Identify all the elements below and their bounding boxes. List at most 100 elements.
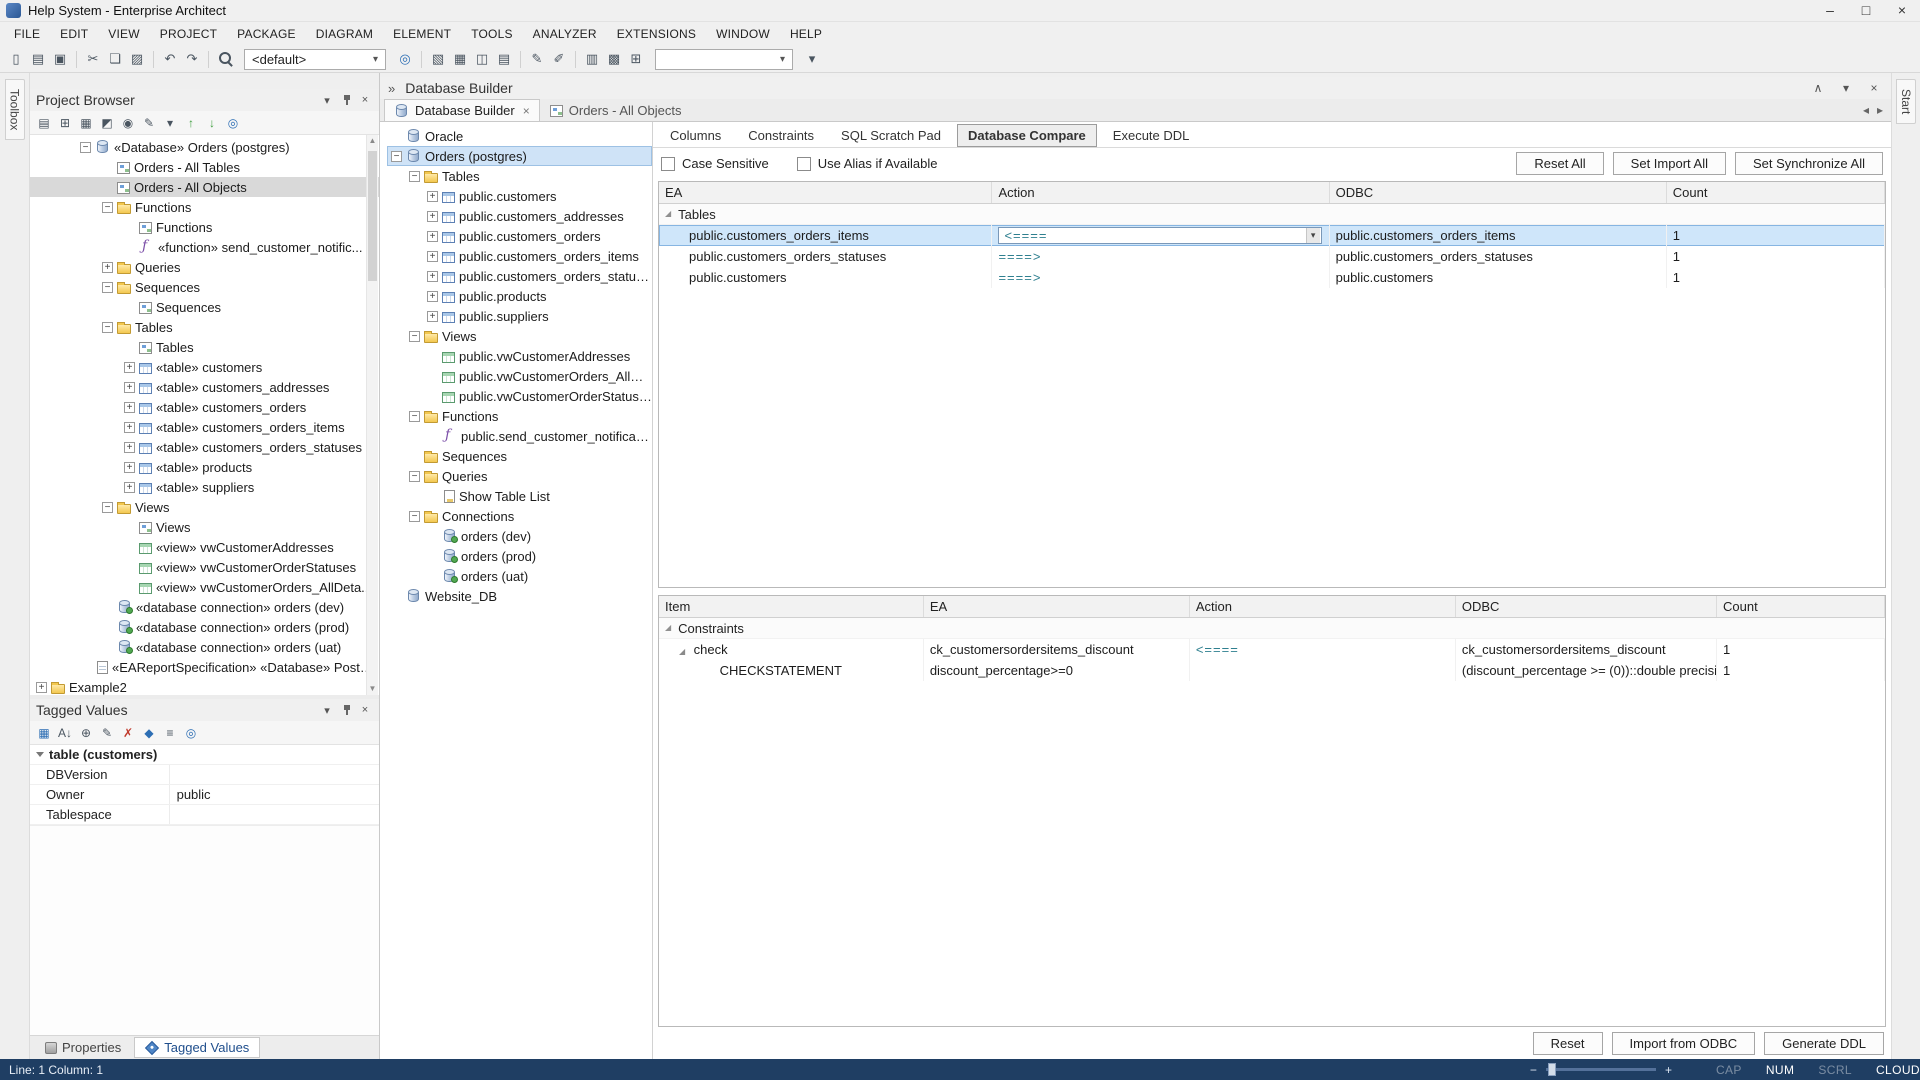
tree-expander[interactable]: [391, 151, 402, 162]
pencil-icon[interactable]: ✐: [549, 49, 569, 69]
tree-item[interactable]: public.customers_orders: [387, 226, 652, 246]
case-sensitive-checkbox[interactable]: Case Sensitive: [661, 156, 769, 171]
tree-expander[interactable]: [409, 471, 420, 482]
column-header-count[interactable]: Count: [1667, 182, 1885, 203]
close-button[interactable]: ×: [1884, 0, 1920, 22]
tree-item[interactable]: public.customers_addresses: [387, 206, 652, 226]
start-tab[interactable]: Start: [1896, 79, 1916, 124]
tree-item[interactable]: Orders - All Objects: [30, 177, 379, 197]
tree-expander[interactable]: [102, 642, 113, 653]
tab-properties[interactable]: Properties: [34, 1037, 132, 1058]
set-import-all-button[interactable]: Set Import All: [1613, 152, 1726, 175]
menu-tools[interactable]: TOOLS: [461, 22, 522, 46]
overflow-chevrons-icon[interactable]: »: [388, 81, 395, 96]
diagram-notes-icon[interactable]: ◫: [472, 49, 492, 69]
reset-button[interactable]: Reset: [1533, 1032, 1603, 1055]
tree-expander[interactable]: [427, 351, 438, 362]
use-alias-checkbox[interactable]: Use Alias if Available: [797, 156, 938, 171]
tree-item[interactable]: public.vwCustomerOrders_AllDetails: [387, 366, 652, 386]
compare-row[interactable]: public.customers_orders_items <==== ▾ pu…: [659, 225, 1885, 246]
tree-expander[interactable]: [124, 242, 135, 253]
close-tab-icon[interactable]: ×: [523, 104, 530, 118]
menu-diagram[interactable]: DIAGRAM: [306, 22, 383, 46]
tree-item[interactable]: Sequences: [30, 277, 379, 297]
zoom-out-icon[interactable]: −: [1530, 1063, 1537, 1077]
tree-expander[interactable]: [427, 571, 438, 582]
redo-icon[interactable]: ↷: [182, 49, 202, 69]
tree-item[interactable]: «Database» Orders (postgres): [30, 137, 379, 157]
new-package-icon[interactable]: ⊞: [56, 114, 74, 132]
zoom-slider[interactable]: [1546, 1068, 1656, 1071]
tree-expander[interactable]: [124, 402, 135, 413]
minimize-button[interactable]: –: [1812, 0, 1848, 22]
default-style-combo[interactable]: <default> ▾: [244, 49, 386, 70]
tree-expander[interactable]: [124, 362, 135, 373]
tree-item[interactable]: Functions: [30, 217, 379, 237]
tab-sql-scratch-pad[interactable]: SQL Scratch Pad: [830, 124, 952, 147]
tab-database-compare[interactable]: Database Compare: [957, 124, 1097, 147]
tab-scroll-left-icon[interactable]: ◂: [1863, 103, 1869, 117]
zoom-slider-thumb[interactable]: [1548, 1063, 1556, 1076]
tree-item[interactable]: «view» vwCustomerAddresses: [30, 537, 379, 557]
action-combo[interactable]: ====> ▾: [998, 246, 1041, 267]
tag-icon[interactable]: ◆: [140, 724, 158, 742]
maximize-button[interactable]: □: [1848, 0, 1884, 22]
tree-expander[interactable]: [80, 662, 91, 673]
column-header-odbc[interactable]: ODBC: [1330, 182, 1667, 203]
tree-item[interactable]: Tables: [387, 166, 652, 186]
new-tag-icon[interactable]: ⊕: [77, 724, 95, 742]
tree-expander[interactable]: [124, 482, 135, 493]
tree-item[interactable]: «view» vwCustomerOrderStatuses: [30, 557, 379, 577]
tree-expander[interactable]: [102, 502, 113, 513]
browser-menu-icon[interactable]: ▤: [35, 114, 53, 132]
tree-expander[interactable]: [124, 302, 135, 313]
tree-item[interactable]: Tables: [30, 337, 379, 357]
pen-icon[interactable]: ✎: [527, 49, 547, 69]
grid-view-icon[interactable]: ▦: [35, 724, 53, 742]
diagram-list-icon[interactable]: ▤: [494, 49, 514, 69]
search-input[interactable]: [663, 50, 775, 69]
tree-expander[interactable]: [409, 331, 420, 342]
tree-item[interactable]: public.customers_orders_statuses: [387, 266, 652, 286]
tree-item[interactable]: «database connection» orders (uat): [30, 637, 379, 657]
search-icon[interactable]: [215, 49, 235, 69]
panel-menu-icon[interactable]: ▾: [319, 704, 335, 717]
tagged-value-row[interactable]: table (customers): [30, 745, 379, 765]
grid-icon[interactable]: ▥: [582, 49, 602, 69]
cut-icon[interactable]: ✂: [83, 49, 103, 69]
tree-item[interactable]: «function» send_customer_notific...: [30, 237, 379, 257]
tree-expander[interactable]: [80, 142, 91, 153]
menu-analyzer[interactable]: ANALYZER: [523, 22, 607, 46]
tree-expander[interactable]: [102, 202, 113, 213]
tab-scroll-right-icon[interactable]: ▸: [1877, 103, 1883, 117]
toolbar-search-combo[interactable]: ▾: [655, 49, 793, 70]
column-header-action[interactable]: Action: [992, 182, 1329, 203]
tree-item[interactable]: public.products: [387, 286, 652, 306]
column-header-ea[interactable]: EA: [659, 182, 992, 203]
tree-item[interactable]: public.customers_orders_items: [387, 246, 652, 266]
menu-extensions[interactable]: EXTENSIONS: [607, 22, 706, 46]
tree-item[interactable]: public.customers: [387, 186, 652, 206]
toolbar-options-icon[interactable]: ▾: [802, 49, 822, 69]
checklist-icon[interactable]: ≡: [161, 724, 179, 742]
close-window-icon[interactable]: ×: [1865, 81, 1883, 95]
tree-item[interactable]: «view» vwCustomerOrders_AllDeta...: [30, 577, 379, 597]
menu-element[interactable]: ELEMENT: [383, 22, 461, 46]
tree-item[interactable]: Oracle: [387, 126, 652, 146]
tree-item[interactable]: «table» customers_addresses: [30, 377, 379, 397]
column-header-ea[interactable]: EA: [924, 596, 1190, 617]
tree-item[interactable]: «database connection» orders (dev): [30, 597, 379, 617]
move-up-icon[interactable]: ↑: [182, 114, 200, 132]
tree-item[interactable]: «table» products: [30, 457, 379, 477]
constraints-group[interactable]: Constraints: [659, 618, 1885, 639]
menu-package[interactable]: PACKAGE: [227, 22, 306, 46]
tree-expander[interactable]: [124, 342, 135, 353]
tree-item[interactable]: Orders (postgres): [387, 146, 652, 166]
column-header-count[interactable]: Count: [1717, 596, 1885, 617]
tree-item[interactable]: «EAReportSpecification» «Database» Postg…: [30, 657, 379, 677]
tree-expander[interactable]: [124, 442, 135, 453]
tree-expander[interactable]: [427, 491, 438, 502]
tree-expander[interactable]: [427, 211, 438, 222]
tree-expander[interactable]: [124, 422, 135, 433]
tab-tagged-values[interactable]: Tagged Values: [134, 1037, 260, 1058]
